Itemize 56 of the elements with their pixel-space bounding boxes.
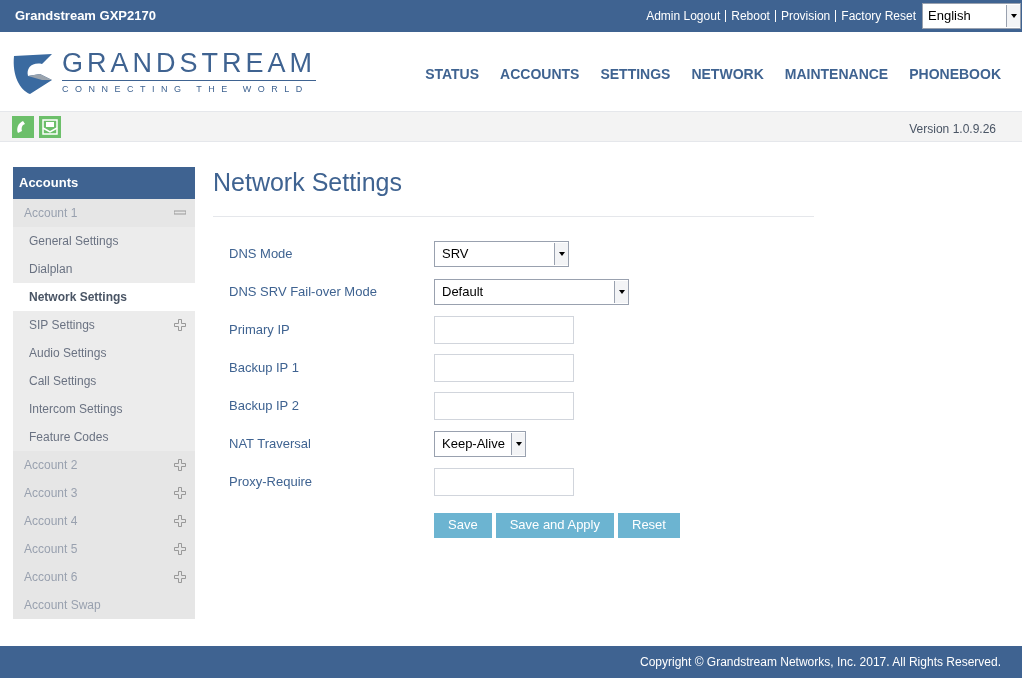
sidebar-subitem[interactable]: Call Settings [13,367,195,395]
dropdown[interactable]: Default [434,278,629,305]
field-label: Proxy-Require [229,472,314,491]
expand-icon[interactable] [174,543,186,555]
header-link[interactable]: Admin Logout [646,7,721,25]
dropdown-caret-icon [511,432,525,455]
language-select[interactable]: English [922,3,1021,29]
expand-icon[interactable] [174,487,186,499]
field-label: Backup IP 1 [229,358,300,377]
input-field[interactable] [434,315,574,344]
copyright-text: Copyright © Grandstream Networks, Inc. 2017. All Rights Reserved. [640,654,1001,671]
dropdown-caret-icon [1006,5,1020,27]
nav-link[interactable]: SETTINGS [600,63,671,85]
sidebar-subitem[interactable]: Feature Codes [13,423,195,451]
header-link[interactable]: Provision [780,7,831,25]
sidebar-subitem[interactable]: Intercom Settings [13,395,195,423]
input-field[interactable] [434,353,574,382]
dropdown[interactable]: Keep-Alive [434,430,526,457]
phone-icon[interactable] [12,115,34,138]
expand-icon[interactable] [174,515,186,527]
nav-link[interactable]: PHONEBOOK [909,63,1001,85]
expand-icon[interactable] [174,459,186,471]
dropdown-caret-icon [554,242,568,265]
field-label: Backup IP 2 [229,396,300,415]
nav-link[interactable]: STATUS [425,63,480,85]
message-icon[interactable] [39,115,61,138]
sidebar-header: Accounts [13,167,195,199]
header-link[interactable]: Reboot [731,7,770,25]
expand-icon[interactable] [174,319,186,331]
logo-tagline: CONNECTING THE WORLD [62,84,310,94]
sidebar-subitem[interactable]: Dialplan [13,255,195,283]
field-label: DNS Mode [229,244,294,263]
input-field[interactable] [434,467,574,496]
form-button[interactable]: Reset [618,512,680,538]
sidebar-subitem[interactable]: SIP Settings [13,311,195,339]
logo-wordmark: GRANDSTREAM [62,49,316,81]
version-text: Version 1.0.9.26 [909,120,996,138]
field-label: NAT Traversal [229,434,312,453]
field-label: DNS SRV Fail-over Mode [229,282,378,301]
field-label: Primary IP [229,320,291,339]
expand-icon[interactable] [174,571,186,583]
nav-link[interactable]: NETWORK [691,63,764,85]
form-button[interactable]: Save and Apply [495,512,614,538]
dropdown-caret-icon [614,280,628,303]
input-field[interactable] [434,391,574,420]
collapse-icon[interactable] [174,210,186,216]
dropdown[interactable]: SRV [434,240,569,267]
form-button[interactable]: Save [434,512,492,538]
sidebar-subitem[interactable]: General Settings [13,227,195,255]
nav-link[interactable]: ACCOUNTS [500,63,580,85]
product-title: Grandstream GXP2170 [15,7,156,26]
sidebar-item[interactable]: Account 1 [13,199,195,227]
nav-link[interactable]: MAINTENANCE [784,63,889,85]
header-link[interactable]: Factory Reset [841,7,916,25]
sidebar-subitem[interactable]: Audio Settings [13,339,195,367]
page-title: Network Settings [213,164,814,217]
